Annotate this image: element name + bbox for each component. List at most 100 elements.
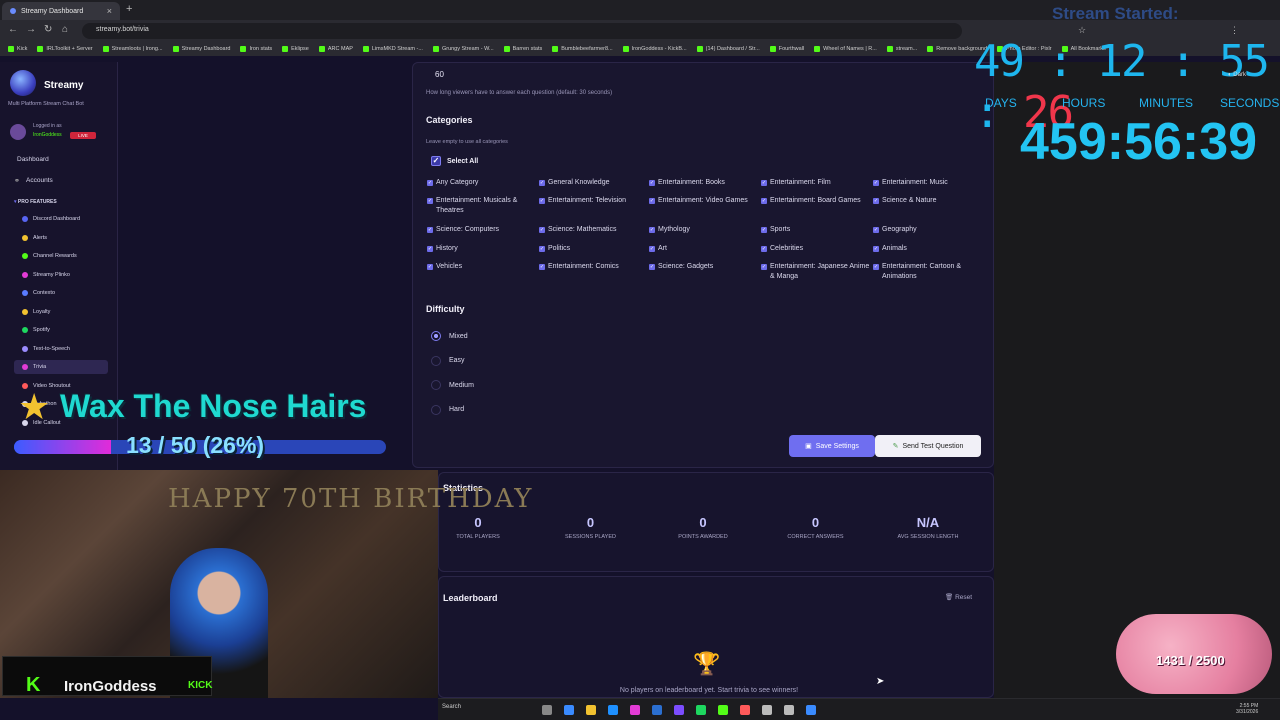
category-checkbox[interactable]: ✓ Science & Nature [873, 196, 983, 206]
difficulty-radio-medium[interactable]: Medium [431, 380, 474, 390]
sidebar-item-text-to-speech[interactable]: Text-to-Speech [14, 342, 108, 356]
bookmark-item[interactable]: Fourthwall [769, 46, 804, 52]
sidebar-item-streamy-plinko[interactable]: Streamy Plinko [14, 268, 108, 282]
bookmark-item[interactable]: IronGoddess - KickB... [622, 46, 687, 52]
back-icon[interactable]: ← [8, 24, 18, 35]
bookmark-item[interactable]: ARC MAP [318, 46, 353, 52]
category-checkbox[interactable]: ✓ Science: Gadgets [649, 262, 759, 272]
nav-dashboard[interactable]: Dashboard [17, 156, 49, 163]
category-checkbox[interactable]: ✓ Entertainment: Books [649, 178, 759, 188]
checkbox-icon: ✓ [649, 227, 655, 233]
link-icon: ⚭ [14, 178, 20, 185]
category-checkbox[interactable]: ✓ Celebrities [761, 244, 871, 254]
birthday-banner: HAPPY 70TH BIRTHDAY [168, 484, 534, 514]
bookmark-item[interactable]: Kick [8, 46, 27, 52]
bookmark-item[interactable]: Eklipse [282, 46, 309, 52]
bookmark-item[interactable]: Barren stats [503, 46, 542, 52]
save-settings-button[interactable]: ▣ Save Settings [789, 435, 875, 457]
bookmark-item[interactable]: Streamy Dashboard [172, 46, 230, 52]
taskbar-app-icon[interactable] [564, 705, 574, 715]
nav-icon [22, 327, 28, 333]
category-checkbox[interactable]: ✓ Entertainment: Musicals & Theatres [427, 196, 537, 216]
category-checkbox[interactable]: ✓ Art [649, 244, 759, 254]
difficulty-radio-mixed[interactable]: Mixed [431, 331, 468, 341]
sidebar-item-loyalty[interactable]: Loyalty [14, 305, 108, 319]
url-input[interactable]: streamy.bot/trivia [82, 23, 962, 39]
taskbar-app-icon[interactable] [608, 705, 618, 715]
bookmark-label: ARC MAP [327, 46, 353, 52]
answer-time-input[interactable]: 60 [435, 70, 444, 79]
home-icon[interactable]: ⌂ [62, 24, 68, 35]
difficulty-label: Mixed [449, 332, 468, 340]
taskbar-app-icon[interactable] [674, 705, 684, 715]
browser-tab[interactable]: Streamy Dashboard × [2, 2, 120, 20]
category-checkbox[interactable]: ✓ Entertainment: Board Games [761, 196, 871, 206]
taskbar-app-icon[interactable] [586, 705, 596, 715]
forward-icon[interactable]: → [26, 24, 36, 35]
category-checkbox[interactable]: ✓ History [427, 244, 537, 254]
category-checkbox[interactable]: ✓ Science: Computers [427, 225, 537, 235]
bookmark-item[interactable]: Iron stats [240, 46, 272, 52]
taskbar-app-icon[interactable] [652, 705, 662, 715]
taskbar-app-icon[interactable] [740, 705, 750, 715]
sidebar-item-channel-rewards[interactable]: Channel Rewards [14, 249, 108, 263]
nav-accounts[interactable]: Accounts [26, 177, 53, 184]
category-checkbox[interactable]: ✓ Entertainment: Film [761, 178, 871, 188]
sidebar-item-discord-dashboard[interactable]: Discord Dashboard [14, 212, 108, 226]
close-tab-icon[interactable]: × [107, 6, 112, 16]
bookmark-item[interactable]: Grungy Stream - W... [432, 46, 494, 52]
category-checkbox[interactable]: ✓ Science: Mathematics [539, 225, 649, 235]
taskbar-app-icon[interactable] [630, 705, 640, 715]
sidebar-item-alerts[interactable]: Alerts [14, 231, 108, 245]
sidebar-item-label: Streamy Plinko [33, 271, 70, 278]
streamer-name: IronGoddess [64, 678, 157, 695]
category-label: Entertainment: Board Games [770, 197, 861, 204]
category-checkbox[interactable]: ✓ Any Category [427, 178, 537, 188]
sidebar-item-spotify[interactable]: Spotify [14, 323, 108, 337]
send-test-question-button[interactable]: ✎ Send Test Question [875, 435, 981, 457]
bookmark-label: Wheel of Names | R... [823, 46, 877, 52]
category-checkbox[interactable]: ✓ Mythology [649, 225, 759, 235]
category-checkbox[interactable]: ✓ Entertainment: Video Games [649, 196, 759, 206]
sidebar-item-trivia[interactable]: Trivia [14, 360, 108, 374]
bookmark-item[interactable]: (14) Dashboard / Str... [696, 46, 760, 52]
category-checkbox[interactable]: ✓ Entertainment: Television [539, 196, 649, 206]
taskbar-search[interactable]: Search [442, 704, 528, 716]
bookmark-item[interactable]: LimsMKD Stream -... [362, 46, 423, 52]
bookmark-item[interactable]: Wheel of Names | R... [814, 46, 877, 52]
dark-mode-toggle[interactable]: ◐ Dark [1228, 72, 1246, 78]
taskbar-app-icon[interactable] [718, 705, 728, 715]
taskbar-app-icon[interactable] [696, 705, 706, 715]
category-checkbox[interactable]: ✓ Entertainment: Japanese Anime & Manga [761, 262, 871, 282]
stat-card: 0 POINTS AWARDED [653, 515, 753, 540]
category-checkbox[interactable]: ✓ Politics [539, 244, 649, 254]
reload-icon[interactable]: ↻ [44, 24, 52, 35]
select-all-checkbox[interactable]: ✓ Select All [431, 156, 478, 166]
difficulty-radio-hard[interactable]: Hard [431, 404, 464, 415]
category-checkbox[interactable]: ✓ Sports [761, 225, 871, 235]
difficulty-radio-easy[interactable]: Easy [431, 355, 465, 366]
nav-icon [22, 345, 28, 352]
nav-icon [22, 234, 28, 241]
bookmark-item[interactable]: Streamloots | Irong... [102, 46, 163, 52]
category-checkbox[interactable]: ✓ Vehicles [427, 262, 537, 272]
category-checkbox[interactable]: ✓ Geography [873, 225, 983, 235]
category-checkbox[interactable]: ✓ Animals [873, 244, 983, 254]
taskbar-app-icon[interactable] [762, 705, 772, 715]
bookmark-item[interactable]: stream... [886, 46, 917, 52]
reset-button[interactable]: 🗑 Reset [945, 593, 972, 601]
bookmark-item[interactable]: IRLToolkit + Server [37, 46, 93, 52]
category-checkbox[interactable]: ✓ Entertainment: Music [873, 178, 983, 188]
save-settings-label: Save Settings [815, 442, 859, 450]
menu-icon[interactable]: ⋮ [1230, 25, 1239, 36]
sidebar-item-contexto[interactable]: Contexto [14, 286, 108, 300]
bookmark-item[interactable]: Bumblebeefarmer8... [552, 46, 613, 52]
new-tab-button[interactable]: + [126, 3, 132, 15]
category-checkbox[interactable]: ✓ Entertainment: Cartoon & Animations [873, 262, 983, 282]
star-bookmark-icon[interactable]: ☆ [1078, 25, 1086, 36]
taskbar-app-icon[interactable] [542, 705, 552, 715]
category-checkbox[interactable]: ✓ General Knowledge [539, 178, 649, 188]
taskbar-app-icon[interactable] [784, 705, 794, 715]
category-checkbox[interactable]: ✓ Entertainment: Comics [539, 262, 649, 272]
taskbar-app-icon[interactable] [806, 705, 816, 715]
